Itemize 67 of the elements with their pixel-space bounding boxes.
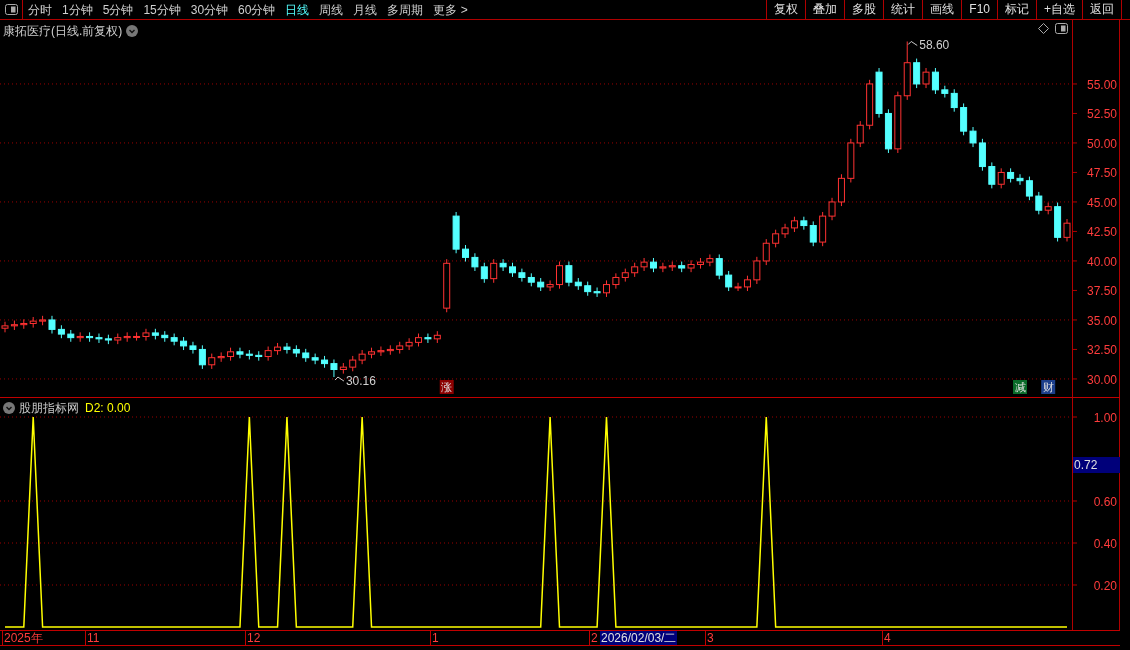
indicator-readout: D2: 0.00 bbox=[85, 400, 131, 417]
price-label: 58.60 bbox=[919, 38, 950, 53]
date-label: 12 bbox=[245, 631, 261, 645]
axis-label: 0.20 bbox=[1093, 579, 1117, 593]
period-tab[interactable]: 更多 > bbox=[433, 0, 468, 19]
date-label: 11 bbox=[85, 631, 100, 645]
date-label: 1 bbox=[430, 631, 439, 645]
period-tab[interactable]: 15分钟 bbox=[143, 0, 181, 19]
period-tab[interactable]: 1分钟 bbox=[62, 0, 93, 19]
price-label: 30.16 bbox=[345, 374, 376, 389]
axis-label: 32.50 bbox=[1086, 343, 1117, 358]
dropdown-icon[interactable] bbox=[3, 402, 15, 414]
period-tab[interactable]: 月线 bbox=[353, 0, 378, 19]
axis-label: 40.00 bbox=[1086, 254, 1117, 269]
axis-label: 35.00 bbox=[1086, 313, 1117, 328]
cursor-value: 0.72 bbox=[1073, 457, 1120, 473]
axis-label: 52.50 bbox=[1086, 107, 1117, 122]
axis-label: 45.00 bbox=[1086, 195, 1117, 210]
toolbar-button[interactable]: 叠加 bbox=[805, 0, 845, 19]
axis-label: 42.50 bbox=[1086, 225, 1117, 240]
candle bbox=[650, 257, 657, 273]
period-tab[interactable]: 5分钟 bbox=[102, 0, 134, 19]
period-tab[interactable]: 30分钟 bbox=[190, 0, 229, 19]
toolbar-button[interactable]: 返回 bbox=[1082, 0, 1121, 19]
toolbar-button[interactable]: 标记 bbox=[997, 0, 1036, 19]
date-label: 2 bbox=[589, 631, 598, 645]
toolbar-button[interactable]: 画线 bbox=[922, 0, 962, 19]
axis-label: 47.50 bbox=[1086, 166, 1117, 181]
axis-label: 55.00 bbox=[1086, 77, 1117, 92]
chart-title: 康拓医疗(日线.前复权) bbox=[3, 23, 123, 40]
toolbar-button[interactable]: F10 bbox=[961, 0, 997, 19]
date-label: 3 bbox=[705, 631, 714, 645]
marker-label: 涨 bbox=[441, 381, 453, 393]
axis-label: 50.00 bbox=[1086, 136, 1117, 151]
toolbar-button[interactable]: 统计 bbox=[883, 0, 923, 19]
date-label: 4 bbox=[882, 631, 891, 645]
candle bbox=[509, 262, 516, 278]
period-tab[interactable]: 60分钟 bbox=[238, 0, 276, 19]
period-tab[interactable]: 日线 bbox=[285, 0, 310, 19]
candle bbox=[443, 258, 451, 313]
period-tab[interactable]: 分时 bbox=[28, 0, 52, 19]
toolbar-button[interactable]: +自选 bbox=[1036, 0, 1082, 19]
diamond-icon[interactable] bbox=[1038, 23, 1049, 34]
marker-label: 减 bbox=[1014, 381, 1026, 393]
date-label: 2025年 bbox=[2, 631, 43, 645]
marker-label: 财 bbox=[1042, 381, 1054, 393]
toolbar-button[interactable]: 多股 bbox=[844, 0, 884, 19]
candle bbox=[462, 244, 469, 263]
dropdown-icon[interactable] bbox=[126, 25, 139, 37]
indicator-name: 股朋指标网 bbox=[19, 400, 79, 417]
period-tab[interactable]: 多周期 bbox=[387, 0, 424, 19]
period-tab[interactable]: 周线 bbox=[319, 0, 344, 19]
cursor-date: 2026/02/03/二 bbox=[600, 631, 678, 645]
leader-line bbox=[907, 41, 918, 46]
axis-label: 1.00 bbox=[1093, 411, 1117, 425]
leader-line bbox=[334, 376, 345, 382]
axis-label: 0.60 bbox=[1093, 495, 1117, 509]
candle bbox=[452, 211, 460, 254]
candle bbox=[603, 279, 610, 298]
candle bbox=[556, 261, 563, 290]
toolbar-button[interactable]: 复权 bbox=[766, 0, 806, 19]
panel-toggle-icon[interactable] bbox=[1055, 23, 1068, 34]
panel-toggle-icon[interactable] bbox=[4, 4, 18, 15]
candle bbox=[415, 333, 422, 347]
axis-label: 30.00 bbox=[1086, 372, 1117, 387]
axis-label: 0.40 bbox=[1093, 537, 1117, 551]
axis-label: 37.50 bbox=[1086, 284, 1117, 299]
